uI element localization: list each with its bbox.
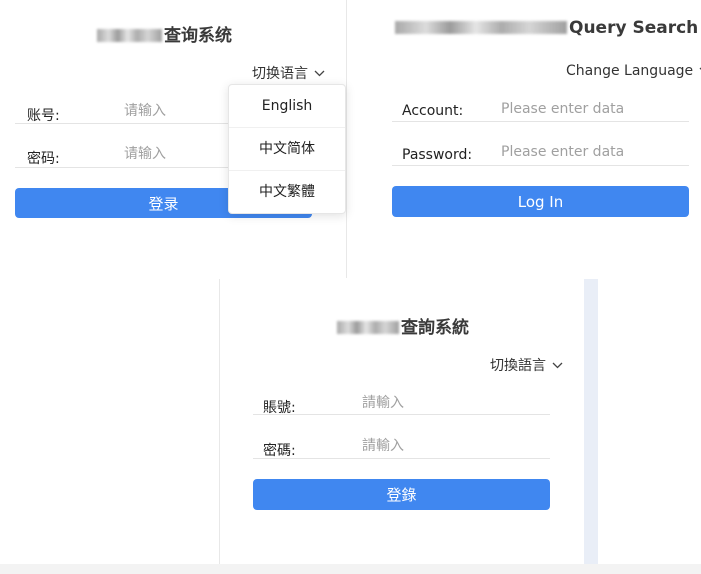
account-input[interactable]: [501, 98, 681, 120]
scrollbar-track[interactable]: [584, 279, 598, 564]
password-label: 密码:: [27, 151, 60, 167]
language-switcher[interactable]: 切換語言: [490, 355, 563, 375]
page-title: 查詢系統: [337, 313, 469, 338]
password-input[interactable]: [501, 141, 681, 163]
language-option-english[interactable]: English: [229, 85, 345, 128]
bottom-border: [0, 564, 701, 574]
login-panel-traditional: 查詢系統 切換語言 賬號: 密碼: 登錄: [220, 279, 584, 564]
login-button[interactable]: 登錄: [253, 479, 550, 510]
account-input[interactable]: [362, 392, 512, 414]
password-underline: [392, 165, 689, 166]
account-label: Account:: [402, 103, 464, 119]
login-button[interactable]: Log In: [392, 186, 689, 217]
account-underline: [253, 414, 550, 415]
language-switcher[interactable]: Change Language: [566, 62, 701, 79]
account-input[interactable]: [124, 100, 224, 122]
language-dropdown: English 中文简体 中文繁體: [228, 84, 346, 214]
chevron-down-icon: [314, 65, 325, 81]
language-switcher[interactable]: 切换语言: [252, 63, 325, 83]
redacted-title-prefix: [395, 21, 567, 34]
chevron-down-icon: [552, 357, 563, 373]
language-option-traditional[interactable]: 中文繁體: [229, 171, 345, 213]
account-label: 账号:: [27, 108, 60, 124]
login-panel-simplified: 查询系统 切换语言 账号: 密码: 登录 English 中文简体 中文繁體: [0, 0, 346, 278]
password-underline: [253, 458, 550, 459]
password-input[interactable]: [362, 435, 512, 457]
account-underline: [15, 123, 229, 124]
password-label: 密碼:: [263, 443, 296, 459]
password-input[interactable]: [124, 143, 224, 165]
page-title: 查询系统: [97, 21, 232, 46]
account-underline: [392, 121, 689, 122]
password-underline: [15, 167, 229, 168]
password-label: Password:: [402, 147, 473, 163]
language-option-simplified[interactable]: 中文简体: [229, 128, 345, 171]
login-panel-english: Query Search Change Language Account: Pa…: [347, 0, 701, 278]
page-title: Query Search: [395, 18, 698, 38]
redacted-title-prefix: [337, 321, 399, 334]
redacted-title-prefix: [97, 29, 162, 42]
